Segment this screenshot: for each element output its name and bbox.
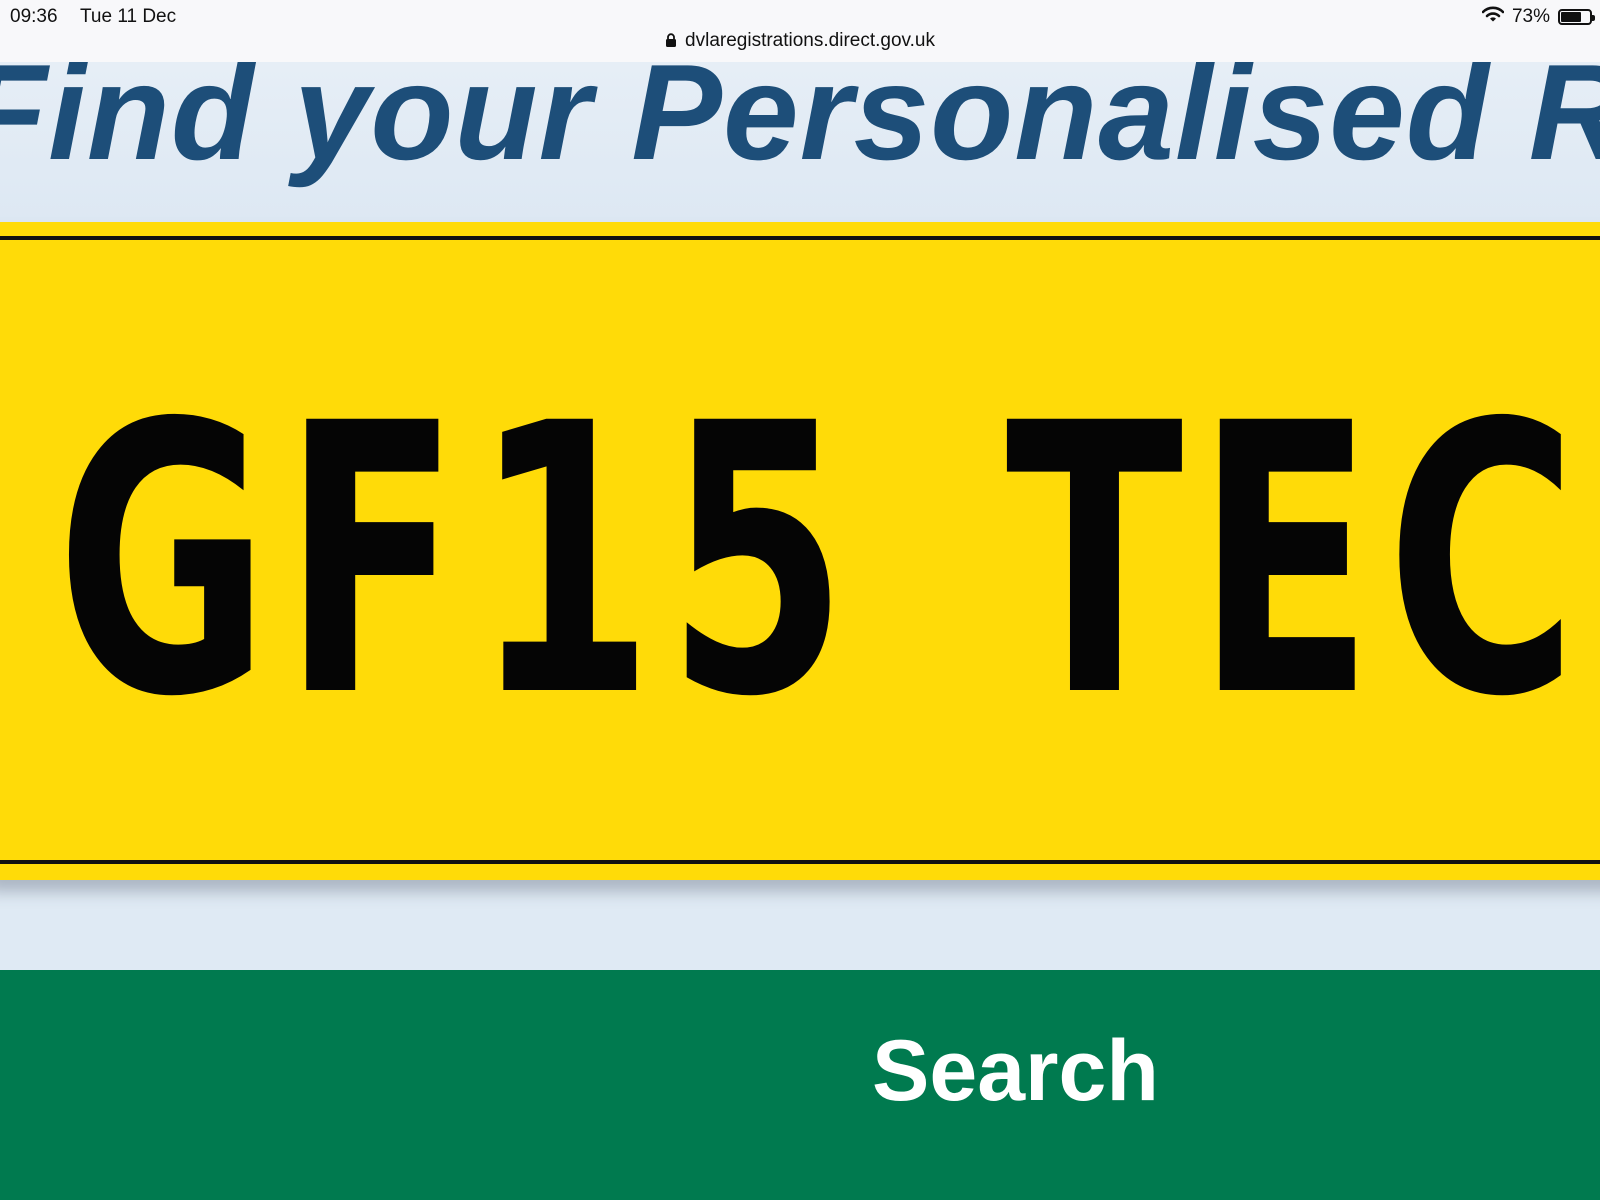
page-url[interactable]: dvlaregistrations.direct.gov.uk bbox=[685, 30, 935, 51]
battery-percentage: 73% bbox=[1511, 6, 1550, 27]
battery-level-fill bbox=[1561, 12, 1582, 22]
wifi-icon bbox=[1481, 6, 1505, 29]
registration-plate-preview: GF15 TEC bbox=[0, 222, 1600, 880]
clock-time: 09:36 bbox=[10, 6, 58, 27]
plate-border: GF15 TEC bbox=[0, 236, 1600, 864]
battery-icon bbox=[1558, 9, 1595, 25]
address-bar[interactable]: dvlaregistrations.direct.gov.uk bbox=[0, 30, 1600, 54]
search-button[interactable]: Search bbox=[0, 970, 1600, 1200]
search-button-label: Search bbox=[872, 1023, 1159, 1119]
hero-banner: Find your Personalised Reg bbox=[0, 62, 1600, 222]
status-bar: 09:36 Tue 11 Dec dvlaregistrations.direc… bbox=[0, 0, 1600, 63]
status-date: Tue 11 Dec bbox=[80, 6, 177, 27]
lock-icon bbox=[665, 32, 677, 54]
status-indicators: 73% bbox=[1481, 5, 1595, 29]
plate-registration-text: GF15 TEC bbox=[56, 345, 1591, 778]
page-title: Find your Personalised Reg bbox=[0, 62, 1600, 188]
